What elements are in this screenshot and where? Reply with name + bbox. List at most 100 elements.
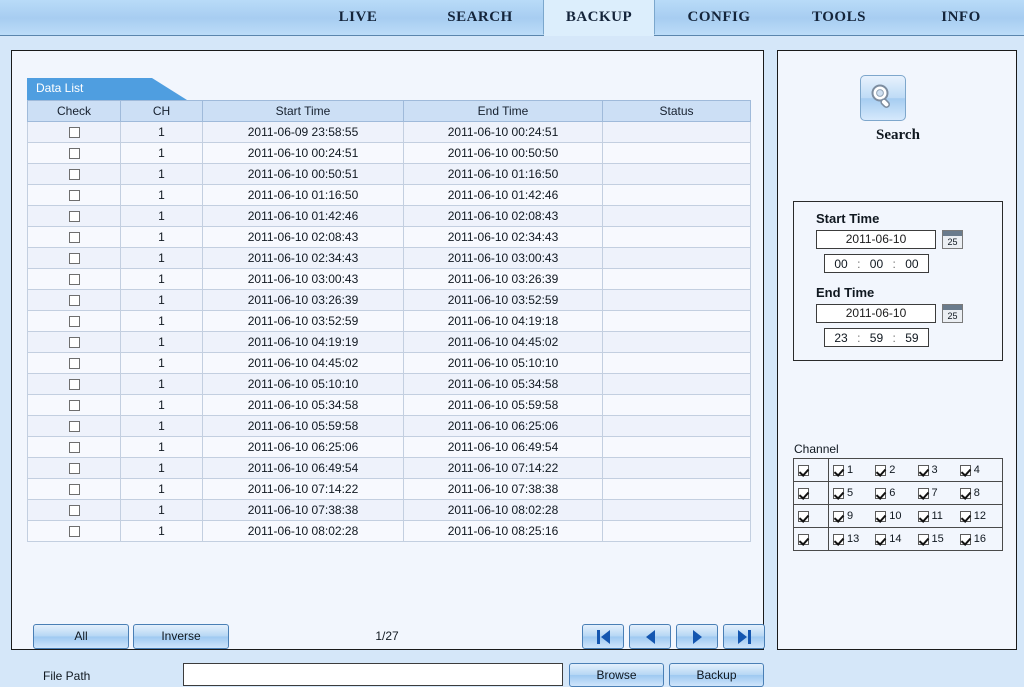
first-page-button[interactable] bbox=[582, 624, 624, 649]
table-row[interactable]: 1 2011-06-10 04:19:19 2011-06-10 04:45:02 bbox=[27, 331, 751, 353]
row-checkbox[interactable] bbox=[68, 505, 80, 517]
table-row[interactable]: 1 2011-06-10 07:38:38 2011-06-10 08:02:28 bbox=[27, 499, 751, 521]
row-checkbox[interactable] bbox=[68, 274, 80, 286]
table-row[interactable]: 1 2011-06-10 06:25:06 2011-06-10 06:49:54 bbox=[27, 436, 751, 458]
table-row[interactable]: 1 2011-06-09 23:58:55 2011-06-10 00:24:51 bbox=[27, 121, 751, 143]
row-checkbox[interactable] bbox=[68, 526, 80, 538]
next-page-button[interactable] bbox=[676, 624, 718, 649]
nav-tab-backup[interactable]: BACKUP bbox=[543, 0, 655, 35]
row-checkbox[interactable] bbox=[68, 190, 80, 202]
channel-checkbox-13[interactable] bbox=[833, 533, 844, 545]
channel-checkbox-5[interactable] bbox=[833, 487, 844, 499]
search-button[interactable] bbox=[860, 75, 906, 121]
channel-checkbox-16[interactable] bbox=[959, 533, 971, 545]
end-date-input[interactable]: 2011-06-10 bbox=[816, 304, 936, 323]
table-row[interactable]: 1 2011-06-10 01:42:46 2011-06-10 02:08:43 bbox=[27, 205, 751, 227]
channel-item-4[interactable]: 4 bbox=[959, 464, 1002, 476]
channel-checkbox-2[interactable] bbox=[875, 464, 887, 476]
table-row[interactable]: 1 2011-06-10 03:52:59 2011-06-10 04:19:18 bbox=[27, 310, 751, 332]
channel-item-1[interactable]: 1 bbox=[833, 464, 875, 476]
nav-tab-tools[interactable]: TOOLS bbox=[788, 0, 890, 35]
channel-checkbox-7[interactable] bbox=[917, 487, 929, 499]
start-time-input[interactable]: 00 : 00 : 00 bbox=[824, 254, 929, 273]
row-checkbox[interactable] bbox=[68, 484, 80, 496]
channel-item-9[interactable]: 9 bbox=[833, 510, 875, 522]
row-checkbox[interactable] bbox=[68, 232, 80, 244]
channel-checkbox-1[interactable] bbox=[833, 464, 844, 476]
invert-selection-button[interactable]: Inverse bbox=[133, 624, 229, 649]
row-checkbox[interactable] bbox=[68, 148, 80, 160]
channel-item-11[interactable]: 11 bbox=[917, 510, 960, 522]
table-row[interactable]: 1 2011-06-10 02:08:43 2011-06-10 02:34:43 bbox=[27, 226, 751, 248]
channel-item-15[interactable]: 15 bbox=[917, 533, 960, 545]
start-date-input[interactable]: 2011-06-10 bbox=[816, 230, 936, 249]
row-checkbox[interactable] bbox=[68, 421, 80, 433]
column-header-end-time[interactable]: End Time bbox=[403, 100, 603, 122]
table-row[interactable]: 1 2011-06-10 07:14:22 2011-06-10 07:38:38 bbox=[27, 478, 751, 500]
row-checkbox[interactable] bbox=[68, 400, 80, 412]
table-row[interactable]: 1 2011-06-10 05:10:10 2011-06-10 05:34:58 bbox=[27, 373, 751, 395]
table-row[interactable]: 1 2011-06-10 06:49:54 2011-06-10 07:14:22 bbox=[27, 457, 751, 479]
channel-item-7[interactable]: 7 bbox=[917, 487, 960, 499]
table-row[interactable]: 1 2011-06-10 01:16:50 2011-06-10 01:42:46 bbox=[27, 184, 751, 206]
table-row[interactable]: 1 2011-06-10 00:24:51 2011-06-10 00:50:50 bbox=[27, 142, 751, 164]
channel-row-select-checkbox[interactable] bbox=[798, 464, 809, 476]
channel-item-5[interactable]: 5 bbox=[833, 487, 875, 499]
row-checkbox[interactable] bbox=[68, 211, 80, 223]
nav-tab-live[interactable]: LIVE bbox=[310, 0, 406, 35]
start-date-calendar-icon[interactable]: 25 bbox=[942, 230, 963, 249]
table-row[interactable]: 1 2011-06-10 03:00:43 2011-06-10 03:26:39 bbox=[27, 268, 751, 290]
end-date-calendar-icon[interactable]: 25 bbox=[942, 304, 963, 323]
channel-item-10[interactable]: 10 bbox=[875, 510, 917, 522]
backup-button[interactable]: Backup bbox=[669, 663, 764, 687]
row-checkbox[interactable] bbox=[68, 337, 80, 349]
channel-checkbox-6[interactable] bbox=[875, 487, 887, 499]
table-row[interactable]: 1 2011-06-10 03:26:39 2011-06-10 03:52:59 bbox=[27, 289, 751, 311]
row-checkbox[interactable] bbox=[68, 169, 80, 181]
channel-item-13[interactable]: 13 bbox=[833, 533, 875, 545]
nav-tab-info[interactable]: INFO bbox=[912, 0, 1010, 35]
nav-tab-search[interactable]: SEARCH bbox=[428, 0, 532, 35]
file-path-input[interactable] bbox=[183, 663, 563, 686]
channel-row-select-checkbox[interactable] bbox=[798, 533, 809, 545]
channel-row-select-checkbox[interactable] bbox=[798, 487, 809, 499]
browse-button[interactable]: Browse bbox=[569, 663, 664, 687]
channel-checkbox-9[interactable] bbox=[833, 510, 844, 522]
channel-checkbox-15[interactable] bbox=[917, 533, 929, 545]
table-row[interactable]: 1 2011-06-10 04:45:02 2011-06-10 05:10:10 bbox=[27, 352, 751, 374]
column-header-ch[interactable]: CH bbox=[120, 100, 203, 122]
row-checkbox[interactable] bbox=[68, 463, 80, 475]
channel-item-14[interactable]: 14 bbox=[875, 533, 917, 545]
data-list-tab[interactable]: Data List bbox=[27, 78, 187, 100]
table-row[interactable]: 1 2011-06-10 08:02:28 2011-06-10 08:25:16 bbox=[27, 520, 751, 542]
column-header-check[interactable]: Check bbox=[27, 100, 121, 122]
channel-checkbox-10[interactable] bbox=[875, 510, 887, 522]
end-time-input[interactable]: 23 : 59 : 59 bbox=[824, 328, 929, 347]
table-row[interactable]: 1 2011-06-10 05:34:58 2011-06-10 05:59:58 bbox=[27, 394, 751, 416]
channel-checkbox-3[interactable] bbox=[917, 464, 929, 476]
row-checkbox[interactable] bbox=[68, 379, 80, 391]
channel-checkbox-8[interactable] bbox=[959, 487, 971, 499]
last-page-button[interactable] bbox=[723, 624, 765, 649]
column-header-status[interactable]: Status bbox=[602, 100, 751, 122]
table-row[interactable]: 1 2011-06-10 02:34:43 2011-06-10 03:00:43 bbox=[27, 247, 751, 269]
channel-item-3[interactable]: 3 bbox=[917, 464, 960, 476]
column-header-start-time[interactable]: Start Time bbox=[202, 100, 404, 122]
channel-item-6[interactable]: 6 bbox=[875, 487, 917, 499]
row-checkbox[interactable] bbox=[68, 316, 80, 328]
channel-checkbox-12[interactable] bbox=[959, 510, 971, 522]
table-row[interactable]: 1 2011-06-10 00:50:51 2011-06-10 01:16:50 bbox=[27, 163, 751, 185]
channel-checkbox-4[interactable] bbox=[959, 464, 971, 476]
channel-item-16[interactable]: 16 bbox=[959, 533, 1002, 545]
nav-tab-config[interactable]: CONFIG bbox=[663, 0, 775, 35]
channel-item-8[interactable]: 8 bbox=[959, 487, 1002, 499]
channel-checkbox-14[interactable] bbox=[875, 533, 887, 545]
row-checkbox[interactable] bbox=[68, 127, 80, 139]
channel-item-2[interactable]: 2 bbox=[875, 464, 917, 476]
select-all-button[interactable]: All bbox=[33, 624, 129, 649]
channel-item-12[interactable]: 12 bbox=[959, 510, 1002, 522]
channel-checkbox-11[interactable] bbox=[917, 510, 929, 522]
row-checkbox[interactable] bbox=[68, 358, 80, 370]
row-checkbox[interactable] bbox=[68, 442, 80, 454]
previous-page-button[interactable] bbox=[629, 624, 671, 649]
